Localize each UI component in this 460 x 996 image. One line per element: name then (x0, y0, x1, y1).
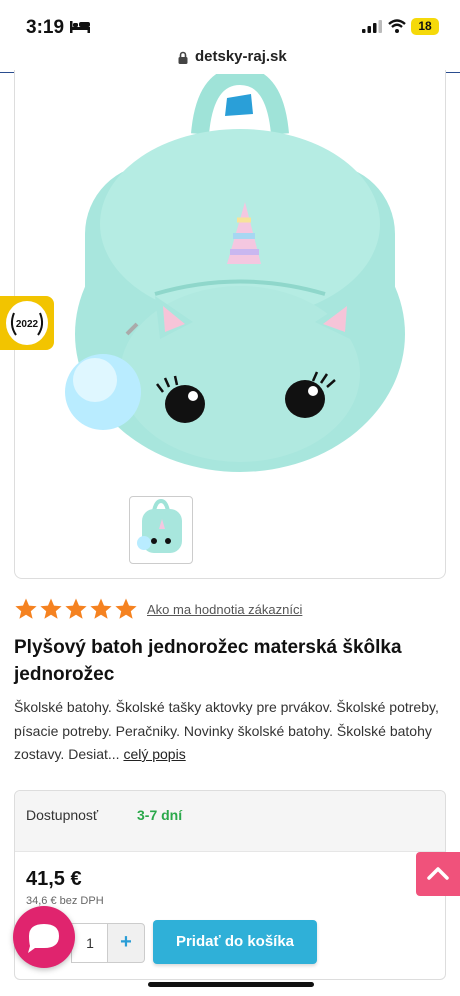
star-icon (65, 598, 87, 619)
home-indicator (148, 982, 314, 987)
star-icon (40, 598, 62, 619)
star-icon (15, 598, 37, 619)
status-time: 3:19 (26, 17, 65, 38)
rating-stars[interactable] (14, 597, 139, 623)
scroll-to-top-button[interactable] (416, 852, 460, 896)
availability-label: Dostupnosť (26, 807, 99, 823)
reviews-link[interactable]: Ako ma hodnotia zákazníci (147, 602, 302, 617)
description-text: Školské batohy. Školské tašky aktovky pr… (14, 699, 439, 762)
price: 41,5 € (26, 868, 82, 890)
status-bar: 3:19 18 (0, 0, 460, 44)
lock-icon (178, 51, 188, 64)
award-year: 2022 (16, 319, 39, 330)
product-thumbnail[interactable] (129, 496, 193, 564)
buy-box: Dostupnosť 3-7 dní 41,5 € 34,6 € bez DPH… (14, 790, 446, 980)
page-url: detsky-raj.sk (195, 48, 287, 65)
cellular-signal-icon (362, 20, 382, 33)
availability-value: 3-7 dní (137, 807, 183, 823)
award-laurel-icon: 2022 (6, 301, 48, 345)
full-description-link[interactable]: celý popis (123, 746, 185, 762)
chevron-up-icon (427, 867, 449, 880)
address-bar[interactable]: detsky-raj.sk (0, 44, 460, 73)
battery-icon: 18 (411, 18, 439, 35)
chat-button[interactable] (13, 906, 75, 968)
quantity-input[interactable]: 1 (71, 923, 108, 963)
product-gallery (14, 70, 446, 579)
star-icon (115, 598, 137, 619)
product-description: Školské batohy. Školské tašky aktovky pr… (14, 696, 446, 767)
product-title: Plyšový batoh jednorožec materská škôlka… (14, 637, 402, 685)
availability-row: Dostupnosť 3-7 dní (15, 791, 445, 852)
wifi-icon (388, 19, 406, 33)
thumbnail-image (137, 498, 182, 553)
add-to-cart-button[interactable]: Pridať do košíka (153, 920, 317, 964)
award-badge[interactable]: 2022 (0, 296, 54, 350)
chat-bubble-icon (28, 924, 59, 953)
product-main-image[interactable] (65, 74, 415, 474)
star-icon (90, 598, 112, 619)
sleep-focus-icon (70, 21, 90, 33)
quantity-plus-button[interactable]: + (107, 923, 145, 963)
